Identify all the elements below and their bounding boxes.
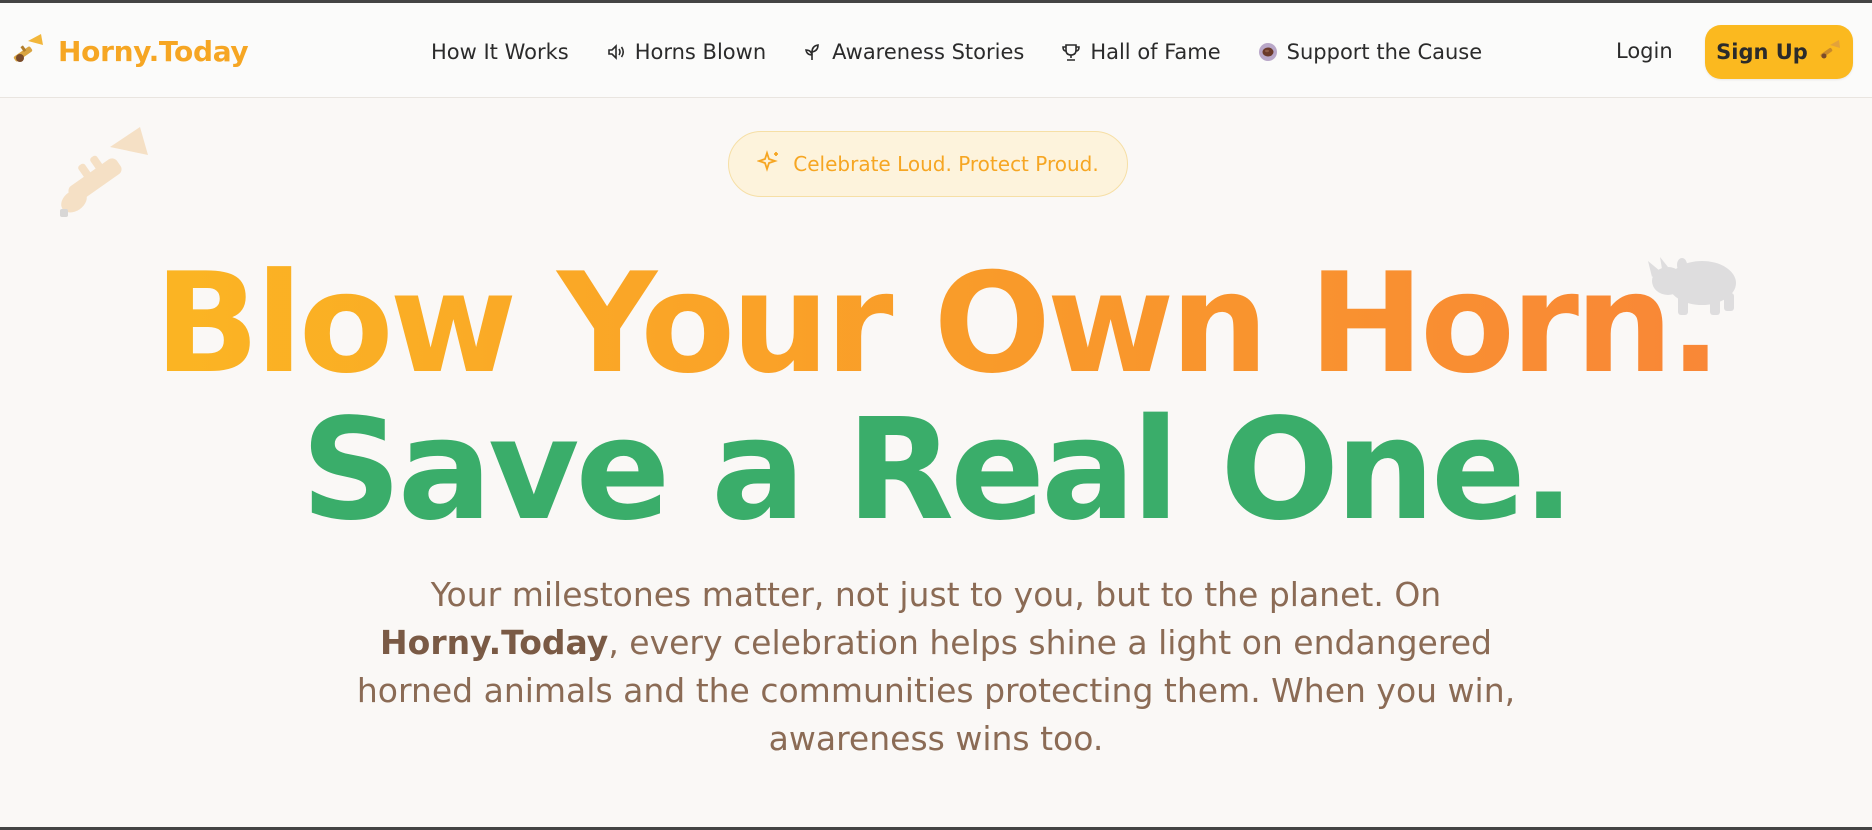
hero-description: Your milestones matter, not just to you,… <box>356 571 1516 763</box>
hero-description-pre: Your milestones matter, not just to you,… <box>430 575 1442 614</box>
top-navbar: Horny.Today How It Works Horns Blown Awa… <box>0 3 1872 98</box>
speaker-icon <box>605 41 627 63</box>
nav-label-how-it-works: How It Works <box>431 40 569 64</box>
hero-description-brand: Horny.Today <box>380 623 609 662</box>
tagline-badge: Celebrate Loud. Protect Proud. <box>728 131 1128 197</box>
nav-awareness-stories[interactable]: Awareness Stories <box>802 40 1024 64</box>
nav-label-awareness-stories: Awareness Stories <box>832 40 1025 64</box>
signup-button[interactable]: Sign Up <box>1705 25 1853 79</box>
trumpet-icon <box>1818 38 1842 67</box>
login-link[interactable]: Login <box>1616 39 1673 63</box>
tagline-text: Celebrate Loud. Protect Proud. <box>793 152 1099 176</box>
nav-label-support-the-cause: Support the Cause <box>1286 40 1483 64</box>
trumpet-icon <box>52 125 152 225</box>
nav-hall-of-fame[interactable]: Hall of Fame <box>1060 40 1221 64</box>
nav-label-hall-of-fame: Hall of Fame <box>1090 40 1221 64</box>
sprout-icon <box>802 41 824 63</box>
trophy-icon <box>1060 41 1082 63</box>
signup-label: Sign Up <box>1716 40 1808 64</box>
sparkle-icon <box>756 149 781 179</box>
headline-line1-text: Blow Your Own Horn. <box>154 243 1721 404</box>
headline-line2: Save a Real One. <box>300 389 1575 552</box>
nav-label-horns-blown: Horns Blown <box>634 40 767 64</box>
brand-home-link[interactable]: Horny.Today <box>10 31 249 71</box>
brand-name: Horny.Today <box>58 34 249 68</box>
trumpet-icon <box>10 31 46 71</box>
main-nav: How It Works Horns Blown Awareness Stori… <box>431 31 1518 73</box>
nav-how-it-works[interactable]: How It Works <box>431 40 569 64</box>
nav-horns-blown[interactable]: Horns Blown <box>605 40 766 64</box>
headline-line1: Blow Your Own Horn. <box>0 255 1872 393</box>
nav-support-the-cause[interactable]: Support the Cause <box>1257 40 1483 64</box>
coffee-cup-icon <box>1257 41 1279 63</box>
